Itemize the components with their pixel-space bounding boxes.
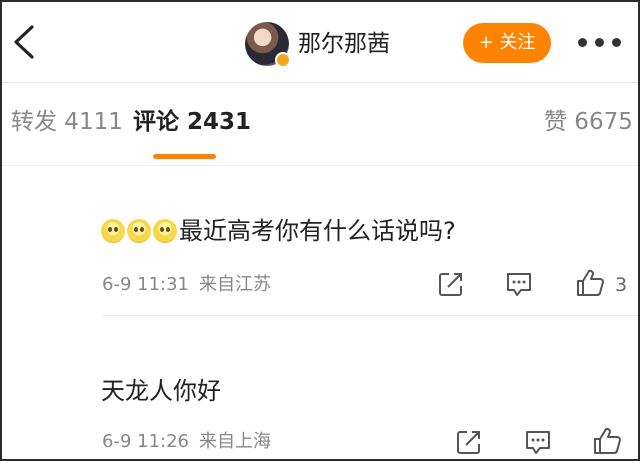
more-icon[interactable] <box>578 38 622 48</box>
tab-comments[interactable]: 评论 2431 <box>133 106 251 138</box>
tabs-divider <box>2 165 638 166</box>
comment-time: 6-9 11:26 <box>102 431 189 452</box>
verified-badge-icon <box>275 52 291 68</box>
top-bar: 那尔那茜 + 关注 <box>2 2 638 82</box>
tab-reposts[interactable]: 转发 4111 <box>11 106 123 138</box>
thumbs-up-icon[interactable] <box>575 268 605 298</box>
smile-emoji-icon <box>153 219 177 243</box>
weibo-comments-screen: 那尔那茜 + 关注 转发 4111 评论 2431 赞 6675 最近高考你有什… <box>0 0 640 461</box>
share-icon[interactable] <box>437 270 465 298</box>
tab-likes[interactable]: 赞 6675 <box>544 106 633 138</box>
comment-time: 6-9 11:31 <box>102 274 189 295</box>
comment-icon[interactable] <box>524 428 552 456</box>
back-arrow-icon[interactable] <box>10 24 40 60</box>
active-tab-indicator <box>153 154 216 159</box>
comment-meta: 6-9 11:31 来自江苏 <box>102 273 271 297</box>
comment-body: 最近高考你有什么话说吗? <box>179 217 456 245</box>
smile-emoji-icon <box>127 219 151 243</box>
comment-divider <box>102 315 638 316</box>
comment-meta: 6-9 11:26 来自上海 <box>102 430 271 454</box>
username[interactable]: 那尔那茜 <box>298 29 390 59</box>
header-divider <box>2 82 638 83</box>
comment-source: 来自江苏 <box>199 274 271 295</box>
follow-button[interactable]: + 关注 <box>463 23 551 63</box>
smile-emoji-icon <box>101 219 125 243</box>
thumbs-up-icon[interactable] <box>592 426 622 456</box>
comment-icon[interactable] <box>505 270 533 298</box>
like-count: 3 <box>615 274 628 296</box>
share-icon[interactable] <box>455 428 483 456</box>
comment-body: 天龙人你好 <box>101 377 221 405</box>
comment-text: 最近高考你有什么话说吗? <box>101 214 456 248</box>
comment-source: 来自上海 <box>199 431 271 452</box>
